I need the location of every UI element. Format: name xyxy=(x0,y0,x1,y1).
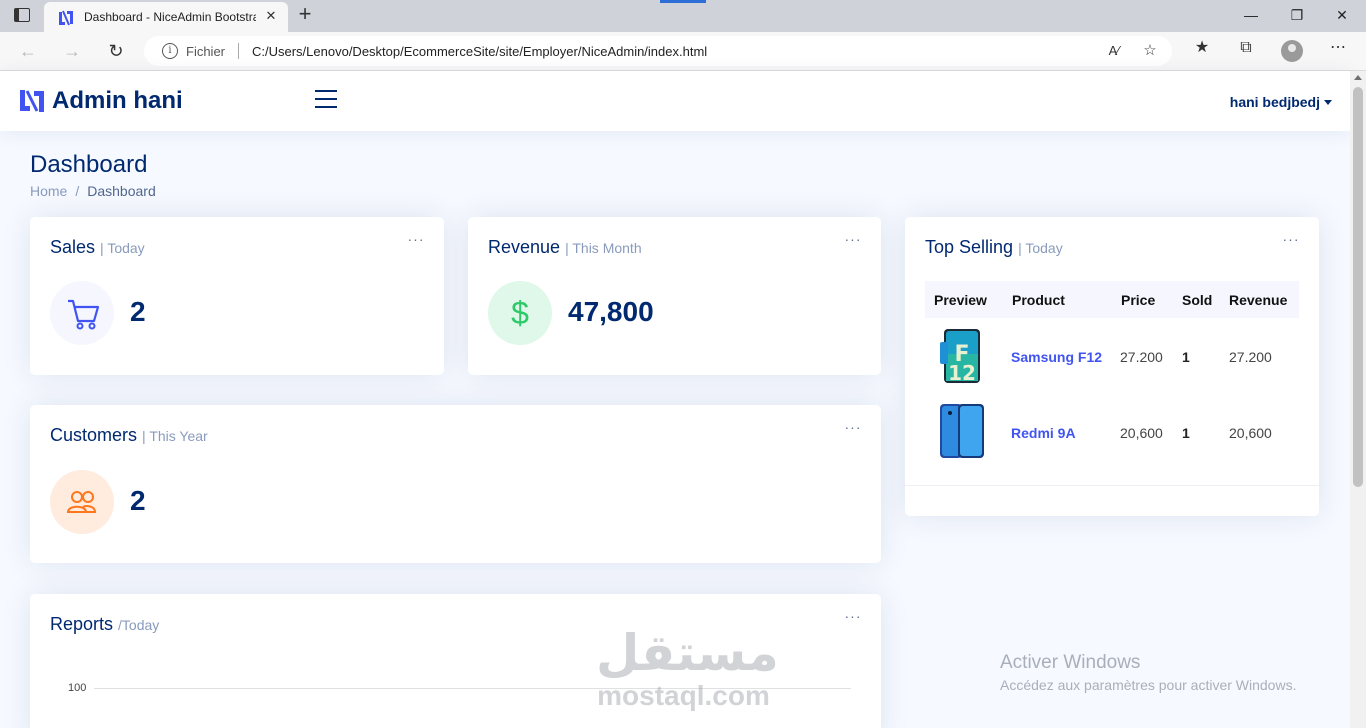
add-favorite-icon[interactable]: ☆ xyxy=(1140,41,1160,61)
sales-options-icon[interactable]: ··· xyxy=(406,232,426,249)
app-header: Admin hani hani bedjbedj xyxy=(0,71,1350,131)
niceadmin-favicon-icon xyxy=(59,10,73,26)
activate-windows-subtitle: Accédez aux paramètres pour activer Wind… xyxy=(1000,677,1297,693)
tab-actions-icon[interactable] xyxy=(14,8,30,22)
page-scrollbar[interactable] xyxy=(1350,71,1366,728)
column-header-sold: Sold xyxy=(1182,292,1213,308)
read-aloud-icon[interactable]: A∕ xyxy=(1104,41,1124,61)
reports-y-tick: 100 xyxy=(68,682,87,694)
tab-close-icon[interactable]: ✕ xyxy=(262,7,280,25)
mostaql-watermark-latin: mostaql.com xyxy=(597,680,770,711)
browser-tab-bar: Dashboard - NiceAdmin Bootstrap ✕ + — ❐ … xyxy=(0,0,1366,32)
revenue-title: Revenue xyxy=(488,237,561,257)
price-cell: 27.200 xyxy=(1120,349,1163,365)
mostaql-watermark-arabic: مستقل xyxy=(596,624,779,682)
activate-windows-title: Activer Windows xyxy=(1000,652,1141,673)
hamburger-menu-icon[interactable] xyxy=(315,90,337,110)
address-bar[interactable]: i Fichier C:/Users/Lenovo/Desktop/Ecomme… xyxy=(144,36,1172,66)
tab-bar-accent xyxy=(660,0,706,3)
profile-avatar-icon[interactable] xyxy=(1281,40,1303,62)
product-link-samsung[interactable]: Samsung F12 xyxy=(1011,349,1102,365)
sales-title: Sales xyxy=(50,237,96,257)
scroll-up-icon[interactable] xyxy=(1354,75,1362,80)
info-icon[interactable]: i xyxy=(162,43,178,59)
product-image-samsung[interactable]: F 12 xyxy=(938,328,986,384)
back-arrow-icon[interactable]: ← xyxy=(17,40,39,62)
logo-text[interactable]: Admin hani xyxy=(52,87,183,115)
minimize-icon[interactable]: — xyxy=(1240,4,1262,26)
top-selling-subtitle: | Today xyxy=(1018,240,1063,256)
price-cell: 20,600 xyxy=(1120,425,1163,441)
reports-options-icon[interactable]: ··· xyxy=(843,609,863,626)
new-tab-button[interactable]: + xyxy=(294,3,316,26)
revenue-card: Revenue | This Month ··· $ 47,800 xyxy=(468,217,881,375)
sales-value: 2 xyxy=(130,296,146,327)
favorites-icon[interactable]: ★ xyxy=(1191,37,1213,59)
card-divider xyxy=(905,485,1319,486)
collections-icon[interactable]: ⧉ xyxy=(1235,37,1257,59)
activate-windows-watermark: Activer Windows Accédez aux paramètres p… xyxy=(1000,652,1296,693)
column-header-price: Price xyxy=(1121,292,1156,308)
logo-icon[interactable] xyxy=(19,89,45,113)
window-close-icon[interactable]: ✕ xyxy=(1331,4,1353,26)
settings-more-icon[interactable]: ⋯ xyxy=(1327,37,1349,59)
customers-subtitle: | This Year xyxy=(142,428,208,444)
column-header-preview: Preview xyxy=(934,292,987,308)
revenue-options-icon[interactable]: ··· xyxy=(843,232,863,249)
customers-card: Customers | This Year ··· 2 xyxy=(30,405,881,563)
user-name: hani bedjbedj xyxy=(1229,94,1320,110)
user-dropdown[interactable]: hani bedjbedj xyxy=(1230,94,1332,110)
customers-title: Customers xyxy=(50,425,138,445)
cart-icon xyxy=(50,281,114,345)
sales-card-title: Sales | Today xyxy=(50,237,145,258)
mostaql-watermark: مستقل mostaql.com xyxy=(596,624,779,718)
reports-subtitle: /Today xyxy=(118,617,160,633)
address-url[interactable]: C:/Users/Lenovo/Desktop/EcommerceSite/si… xyxy=(252,44,707,59)
sales-subtitle: | Today xyxy=(100,240,145,256)
top-selling-title: Top Selling xyxy=(925,237,1014,257)
top-selling-card: Top Selling | Today ··· Preview Product … xyxy=(905,217,1319,516)
reports-card-title: Reports /Today xyxy=(50,614,159,635)
reports-title: Reports xyxy=(50,614,114,634)
breadcrumb-current: Dashboard xyxy=(87,183,156,199)
svg-text:12: 12 xyxy=(948,361,976,384)
tab-title: Dashboard - NiceAdmin Bootstrap xyxy=(84,10,256,24)
restore-icon[interactable]: ❐ xyxy=(1286,4,1308,26)
revenue-subtitle: | This Month xyxy=(565,240,642,256)
caret-down-icon xyxy=(1324,100,1332,105)
forward-arrow-icon[interactable]: → xyxy=(61,40,83,62)
breadcrumb: Home / Dashboard xyxy=(30,183,156,199)
customers-value: 2 xyxy=(130,485,146,516)
top-selling-options-icon[interactable]: ··· xyxy=(1281,232,1301,249)
revenue-card-title: Revenue | This Month xyxy=(488,237,642,258)
column-header-revenue: Revenue xyxy=(1229,292,1288,308)
page-title: Dashboard xyxy=(30,151,148,178)
customers-options-icon[interactable]: ··· xyxy=(843,420,863,437)
product-link-redmi[interactable]: Redmi 9A xyxy=(1011,425,1076,441)
table-header-row: Preview Product Price Sold Revenue xyxy=(925,281,1299,318)
top-selling-card-title: Top Selling | Today xyxy=(925,237,1063,258)
product-image-redmi[interactable] xyxy=(938,403,986,459)
dollar-icon: $ xyxy=(488,281,552,345)
breadcrumb-separator: / xyxy=(75,183,80,199)
breadcrumb-home[interactable]: Home xyxy=(30,183,67,199)
sales-card: Sales | Today ··· 2 xyxy=(30,217,444,375)
revenue-value: 47,800 xyxy=(568,296,654,327)
browser-tab[interactable]: Dashboard - NiceAdmin Bootstrap ✕ xyxy=(44,2,288,32)
revenue-cell: 20,600 xyxy=(1229,425,1272,441)
column-header-product: Product xyxy=(1012,292,1065,308)
address-separator xyxy=(238,43,239,59)
revenue-cell: 27.200 xyxy=(1229,349,1272,365)
scroll-thumb[interactable] xyxy=(1353,87,1363,487)
sold-cell: 1 xyxy=(1182,349,1190,365)
address-scheme-label: Fichier xyxy=(186,44,226,59)
customers-card-title: Customers | This Year xyxy=(50,425,208,446)
refresh-icon[interactable]: ↻ xyxy=(105,40,127,62)
people-icon xyxy=(50,470,114,534)
browser-toolbar: ← → ↻ i Fichier C:/Users/Lenovo/Desktop/… xyxy=(0,32,1366,71)
sold-cell: 1 xyxy=(1182,425,1190,441)
